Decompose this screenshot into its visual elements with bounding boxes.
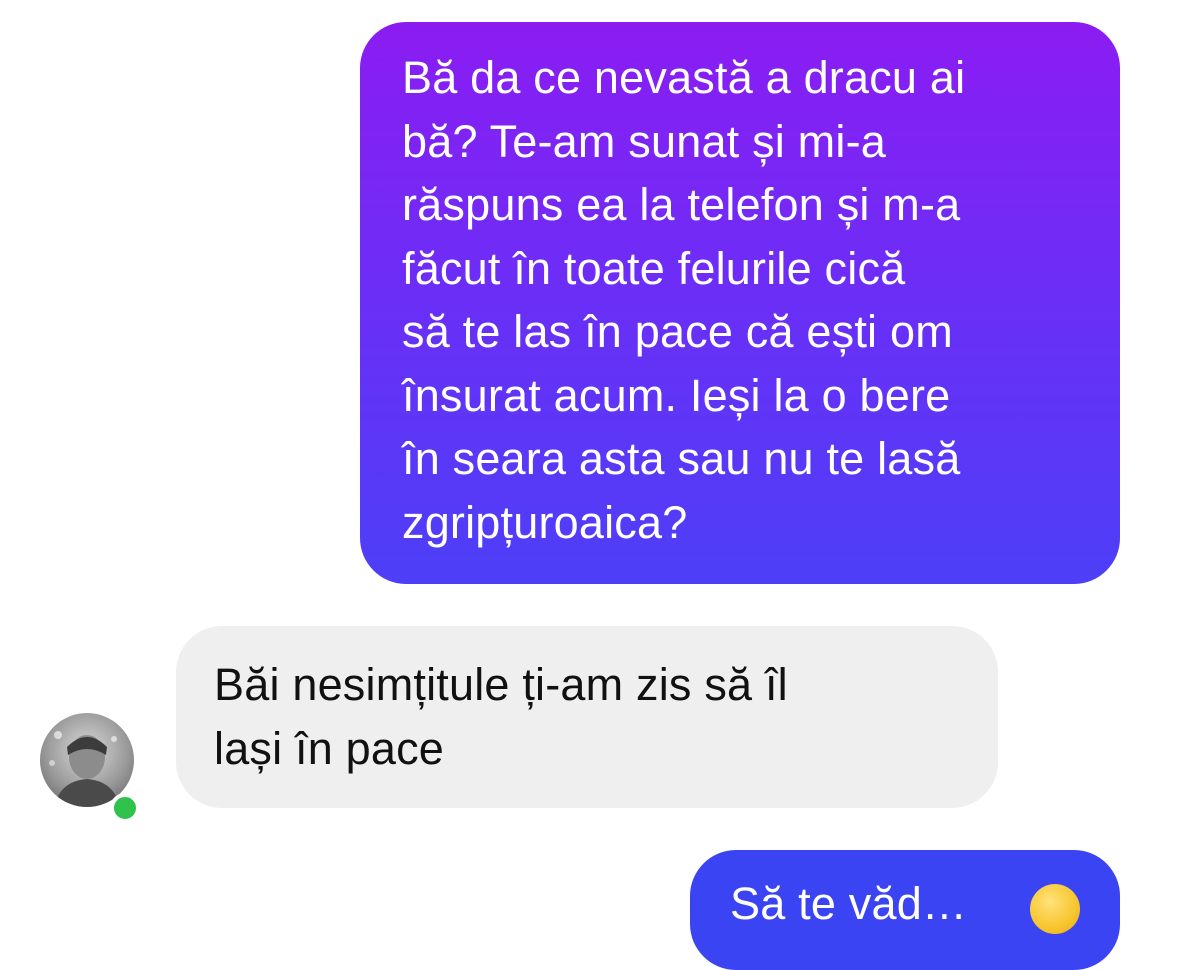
contact-avatar[interactable] (40, 713, 140, 823)
message-line: să te las în pace că ești om (402, 306, 953, 357)
grinning-face-icon (1030, 884, 1080, 934)
received-message-bubble[interactable]: Băi nesimțitule ți-am zis să îl lași în … (176, 626, 998, 808)
sent-message-bubble[interactable]: Bă da ce nevastă a dracu ai bă? Te-am su… (360, 22, 1120, 584)
message-line: lași în pace (214, 722, 445, 774)
message-line: în seara asta sau nu te lasă (402, 433, 961, 484)
message-line: făcut în toate felurile cică (402, 242, 906, 294)
message-line: Băi nesimțitule ți-am zis să îl (214, 659, 788, 710)
online-status-dot (110, 793, 140, 823)
chat-thread: Bă da ce nevastă a dracu ai bă? Te-am su… (0, 0, 1200, 970)
sent-message-bubble[interactable]: Să te văd… (690, 850, 1120, 970)
message-line: zgripțuroaica? (402, 496, 688, 548)
message-line: Bă da ce nevastă a dracu ai (402, 52, 966, 103)
message-line: răspuns ea la telefon și m-a (402, 179, 961, 230)
message-line: însurat acum. Ieși la o bere (402, 369, 951, 421)
message-line: bă? Te-am sunat și mi-a (402, 115, 886, 167)
